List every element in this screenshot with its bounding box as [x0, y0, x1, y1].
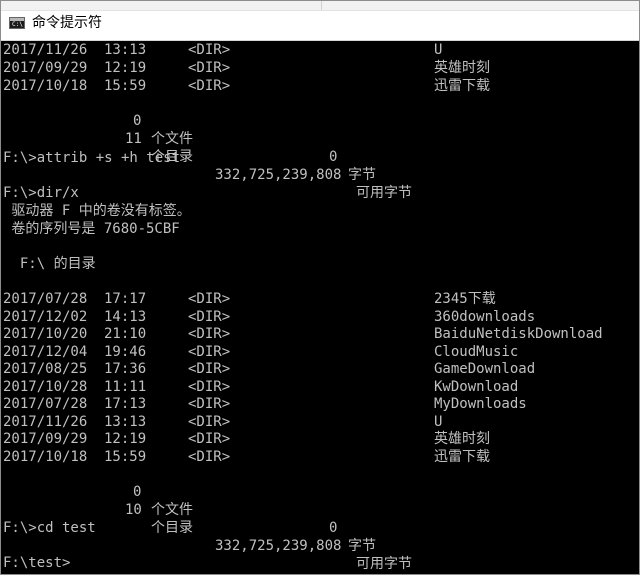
listing-date: 2017/09/29 — [3, 431, 88, 447]
files-count: 0 — [133, 484, 142, 500]
listing-name: 迅雷下载 — [434, 78, 490, 94]
free-bytes: 332,725,239,808 — [215, 538, 342, 554]
listing-name: KwDownload — [434, 378, 519, 395]
listing-time: 15:59 — [104, 78, 147, 94]
command-cd: F:\>cd test — [3, 520, 96, 536]
listing-type: <DIR> — [188, 42, 231, 58]
console-icon-label: C:\ — [12, 21, 23, 28]
listing-time: 13:13 — [104, 42, 147, 58]
top-strip-divider — [321, 1, 322, 10]
console-icon[interactable]: C:\ — [9, 17, 25, 29]
listing-time: 11:11 — [104, 378, 147, 395]
volume-label-line: 驱动器 F 中的卷没有标签。 — [3, 203, 191, 219]
listing-type: <DIR> — [188, 60, 231, 76]
listing-time: 17:36 — [104, 361, 147, 377]
listing-name: U — [434, 413, 443, 430]
listing-time: 12:19 — [104, 60, 147, 76]
console-output[interactable]: 2017/11/26 13:13 <DIR> U 2017/09/29 12:19 <DIR… — [1, 41, 639, 574]
listing-name: CloudMusic — [434, 343, 519, 360]
files-label: 个文件 — [151, 502, 193, 518]
listing-row: 2017/12/04 19:46 <DIR> CloudMusic — [3, 343, 623, 361]
listing-row: 2017/12/02 14:13 <DIR> 360downloads — [3, 308, 623, 326]
dirs-summary: 10 个目录 332,725,239,808 可用字节 — [3, 483, 412, 572]
listing-row: 2017/11/26 13:13 <DIR> U — [3, 413, 623, 431]
window-top-strip — [1, 1, 639, 11]
listing-row: 2017/07/28 17:13 <DIR> MyDownloads — [3, 395, 623, 413]
listing-type: <DIR> — [188, 78, 231, 94]
command-dir: F:\>dir/x — [3, 185, 79, 201]
listing-date: 2017/08/25 — [3, 361, 88, 377]
current-prompt[interactable]: F:\test> — [3, 554, 70, 572]
listing-date: 2017/10/28 — [3, 378, 88, 395]
listing-type: <DIR> — [188, 413, 231, 430]
top-files-summary: 0 个文件 0 字节 — [3, 94, 376, 183]
listing-time: 12:19 — [104, 431, 147, 447]
top-dirs-summary: 11 个目录 332,725,239,808 可用字节 — [3, 112, 412, 201]
files-bytes: 0 — [329, 520, 338, 536]
listing-time: 15:59 — [104, 448, 147, 465]
listing-name: 迅雷下载 — [434, 448, 490, 465]
listing-time: 21:10 — [104, 326, 147, 342]
listing-time: 14:13 — [104, 308, 147, 325]
listing-row: 2017/10/28 11:11 <DIR> KwDownload — [3, 378, 623, 396]
listing-row: 2017/09/29 12:19 <DIR> 英雄时刻 — [3, 59, 623, 77]
listing-time: 19:46 — [104, 343, 147, 360]
listing-type: <DIR> — [188, 308, 231, 325]
dirs-count: 10 — [125, 502, 142, 518]
listing-row: 2017/10/18 15:59 <DIR> 迅雷下载 — [3, 448, 623, 466]
bytes-label: 字节 — [348, 538, 376, 554]
listing-name: 英雄时刻 — [434, 431, 490, 447]
top-free-label: 可用字节 — [356, 185, 412, 201]
listing-time: 13:13 — [104, 413, 147, 430]
listing-date: 2017/10/18 — [3, 78, 88, 94]
files-summary: 0 个文件 0 字节 — [3, 465, 376, 554]
top-files-label: 个文件 — [151, 131, 193, 147]
listing-name: GameDownload — [434, 361, 536, 377]
listing-name: 2345下载 — [434, 291, 496, 307]
listing-date: 2017/12/04 — [3, 343, 88, 360]
listing-date: 2017/10/20 — [3, 326, 88, 342]
window-title: 命令提示符 — [32, 15, 102, 31]
listing-date: 2017/09/29 — [3, 60, 88, 76]
listing-row: 2017/11/26 13:13 <DIR> U — [3, 41, 623, 59]
listing-date: 2017/07/28 — [3, 291, 88, 307]
listing-row: 2017/07/28 17:17 <DIR> 2345下载 — [3, 290, 623, 308]
listing-type: <DIR> — [188, 448, 231, 465]
listing-name: 英雄时刻 — [434, 60, 490, 76]
listing-date: 2017/12/02 — [3, 308, 88, 325]
listing-row: 2017/09/29 12:19 <DIR> 英雄时刻 — [3, 430, 623, 448]
listing-type: <DIR> — [188, 431, 231, 447]
volume-serial-line: 卷的序列号是 7680-5CBF — [3, 221, 180, 237]
directory-of-line: F:\ 的目录 — [3, 256, 96, 272]
listing-name: BaiduNetdiskDownload — [434, 326, 603, 342]
listing-name: MyDownloads — [434, 396, 527, 412]
listing-date: 2017/07/28 — [3, 396, 88, 412]
listing-row: 2017/10/20 21:10 <DIR> BaiduNetdiskDownload — [3, 325, 623, 343]
listing-type: <DIR> — [188, 291, 231, 307]
listing-type: <DIR> — [188, 378, 231, 395]
command-prompt-window: C:\ 命令提示符 2017/11/26 13:13 <DIR> U 2017/09/2… — [0, 0, 640, 575]
dirs-label: 个目录 — [151, 520, 193, 536]
listing-time: 17:13 — [104, 396, 147, 412]
listing-row: 2017/10/18 15:59 <DIR> 迅雷下载 — [3, 77, 623, 95]
title-bar[interactable]: C:\ 命令提示符 — [1, 1, 639, 41]
listing-time: 17:17 — [104, 291, 147, 307]
top-files-count: 0 — [133, 113, 142, 129]
top-dirs-count: 11 — [125, 131, 142, 147]
listing-type: <DIR> — [188, 396, 231, 412]
listing-row: 2017/08/25 17:36 <DIR> GameDownload — [3, 360, 623, 378]
top-files-bytes: 0 — [329, 149, 338, 165]
listing-name: U — [434, 42, 443, 58]
top-bytes-label: 字节 — [348, 167, 376, 183]
free-label: 可用字节 — [356, 556, 412, 572]
listing-date: 2017/11/26 — [3, 42, 88, 58]
command-attrib: F:\>attrib +s +h test — [3, 150, 181, 166]
top-free-bytes: 332,725,239,808 — [215, 167, 342, 183]
listing-name: 360downloads — [434, 308, 536, 325]
listing-type: <DIR> — [188, 343, 231, 360]
listing-type: <DIR> — [188, 326, 231, 342]
listing-date: 2017/11/26 — [3, 413, 88, 430]
listing-type: <DIR> — [188, 361, 231, 377]
listing-date: 2017/10/18 — [3, 448, 88, 465]
